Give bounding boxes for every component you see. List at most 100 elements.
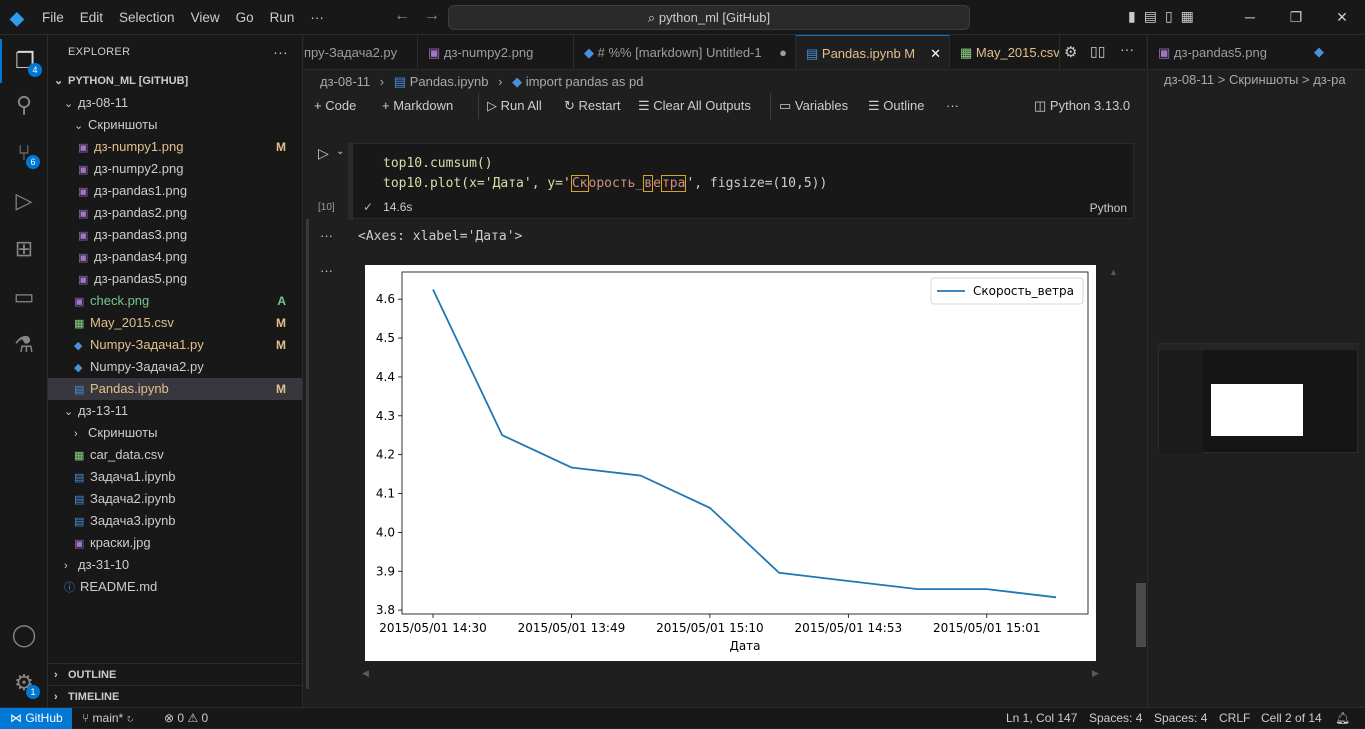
accounts-icon[interactable]: ◯ — [0, 613, 48, 657]
explorer-more-icon[interactable]: ··· — [273, 35, 288, 70]
line-ending[interactable]: CRLF — [1219, 708, 1250, 728]
outline-section[interactable]: ›OUTLINE — [48, 663, 302, 685]
folder-screenshots[interactable]: ⌄Скриншоты — [48, 114, 302, 136]
source-control-icon[interactable]: ⑂6 — [0, 131, 48, 175]
file-dz-pandas1[interactable]: ▣дз-pandas1.png — [48, 180, 302, 202]
tab-pandas-ipynb[interactable]: ▤ Pandas.ipynb M✕ — [796, 35, 950, 70]
tab-dz-numpy2[interactable]: ▣ дз-numpy2.png — [418, 35, 574, 70]
gear-icon[interactable]: ⚙ — [1064, 43, 1077, 61]
notebook-file-icon: ▤ — [806, 46, 822, 61]
customize-layout-icon[interactable]: ▦ — [1181, 8, 1194, 25]
menu-more[interactable]: ··· — [302, 10, 332, 25]
add-markdown-button[interactable]: + Markdown — [382, 93, 453, 119]
toggle-secondary-sidebar-icon[interactable]: ▯ — [1165, 8, 1173, 25]
file-task1-ipynb[interactable]: ▤Задача1.ipynb — [48, 466, 302, 488]
folder-dz-31-10[interactable]: ›дз-31-10 — [48, 554, 302, 576]
breadcrumb-folder[interactable]: дз-08-11 — [320, 74, 370, 89]
tab-may-2015-csv[interactable]: ▦ May_2015.csv — [950, 35, 1060, 70]
remote-indicator[interactable]: ⋈ GitHub — [0, 708, 72, 729]
file-dz-pandas5[interactable]: ▣дз-pandas5.png — [48, 268, 302, 290]
restart-button[interactable]: ↻ Restart — [564, 93, 620, 119]
file-dz-pandas2[interactable]: ▣дз-pandas2.png — [48, 202, 302, 224]
file-numpy-task2[interactable]: ◆Numpy-Задача2.py — [48, 356, 302, 378]
close-tab-icon[interactable]: ✕ — [930, 36, 941, 70]
extensions-icon[interactable]: ⊞ — [0, 227, 48, 271]
more-toolbar-icon[interactable]: ··· — [946, 93, 959, 119]
variables-button[interactable]: ▭ Variables — [770, 93, 848, 119]
run-all-button[interactable]: ▷ Run All — [478, 93, 542, 119]
remote-explorer-icon[interactable]: ▭ — [0, 275, 48, 319]
back-arrow-icon[interactable]: ← — [394, 7, 410, 24]
timeline-section[interactable]: ›TIMELINE — [48, 685, 302, 707]
split-editor-icon[interactable]: ▯▯ — [1090, 43, 1105, 60]
tab-untitled-1[interactable]: ◆ # %% [markdown] Untitled-1● — [574, 35, 796, 70]
status-bar: ⋈ GitHub ⑂ main* ↻ ⊗ 0 ⚠ 0 Ln 1, Col 147… — [0, 707, 1365, 728]
file-dz-numpy2[interactable]: ▣дз-numpy2.png — [48, 158, 302, 180]
explorer-icon[interactable]: ❐4 — [0, 39, 48, 83]
indentation-2[interactable]: Spaces: 4 — [1154, 708, 1207, 728]
file-task2-ipynb[interactable]: ▤Задача2.ipynb — [48, 488, 302, 510]
command-center-search[interactable]: ⌕ python_ml [GitHub] — [448, 5, 970, 30]
menu-view[interactable]: View — [183, 10, 228, 25]
file-dz-pandas4[interactable]: ▣дз-pandas4.png — [48, 246, 302, 268]
indentation-1[interactable]: Spaces: 4 — [1089, 708, 1142, 728]
file-dz-pandas3[interactable]: ▣дз-pandas3.png — [48, 224, 302, 246]
menu-run[interactable]: Run — [262, 10, 303, 25]
file-dz-numpy1[interactable]: ▣дз-numpy1.pngM — [48, 136, 302, 158]
more-actions-icon[interactable]: ··· — [1120, 41, 1134, 57]
clear-outputs-button[interactable]: ☰ Clear All Outputs — [638, 93, 751, 119]
toggle-panel-icon[interactable]: ▤ — [1144, 8, 1157, 25]
file-numpy-task1[interactable]: ◆Numpy-Задача1.pyM — [48, 334, 302, 356]
file-task3-ipynb[interactable]: ▤Задача3.ipynb — [48, 510, 302, 532]
folder-screenshots-2[interactable]: ›Скриншоты — [48, 422, 302, 444]
restore-icon[interactable]: ❐ — [1273, 0, 1319, 35]
search-icon[interactable]: ⚲ — [0, 83, 48, 127]
settings-gear-icon[interactable]: ⚙1 — [0, 661, 48, 705]
cursor-position[interactable]: Ln 1, Col 147 — [1006, 708, 1077, 728]
file-car-data[interactable]: ▦car_data.csv — [48, 444, 302, 466]
forward-arrow-icon[interactable]: → — [424, 7, 440, 24]
add-code-button[interactable]: + Code — [314, 93, 356, 119]
unsaved-dot-icon[interactable]: ● — [779, 35, 787, 70]
problems-indicator[interactable]: ⊗ 0 ⚠ 0 — [164, 708, 208, 728]
cell-language[interactable]: Python — [1090, 201, 1127, 215]
file-readme[interactable]: ⓘREADME.md — [48, 576, 302, 598]
run-debug-icon[interactable]: ▷ — [0, 179, 48, 223]
workspace-root[interactable]: ⌄PYTHON_ML [GITHUB] — [48, 70, 302, 92]
toggle-sidebar-icon[interactable]: ▮ — [1128, 8, 1136, 25]
breadcrumb-file[interactable]: Pandas.ipynb — [410, 74, 489, 89]
breadcrumb-cell[interactable]: import pandas as pd — [526, 74, 644, 89]
file-may-2015-csv[interactable]: ▦May_2015.csvM — [48, 312, 302, 334]
folder-dz-08-11[interactable]: ⌄дз-08-11 — [48, 92, 302, 114]
menu-file[interactable]: File — [34, 10, 72, 25]
menu-bar: File Edit Selection View Go Run ··· — [34, 0, 332, 35]
outline-button[interactable]: ☰ Outline — [868, 93, 924, 119]
code-editor[interactable]: top10.cumsum()top10.plot(x='Дата', y='Ск… — [383, 154, 827, 194]
tab-numpy-task2[interactable]: пру-Задача2.py — [304, 35, 418, 70]
tab-dz-pandas5[interactable]: ▣ дз-pandas5.png — [1158, 35, 1267, 70]
menu-go[interactable]: Go — [228, 10, 262, 25]
chevron-down-icon[interactable]: ⌄ — [336, 146, 344, 157]
scroll-right-icon[interactable]: ▶ — [1092, 668, 1099, 679]
testing-icon[interactable]: ⚗ — [0, 323, 48, 367]
file-pandas-ipynb[interactable]: ▤Pandas.ipynbM — [48, 378, 302, 400]
code-cell[interactable]: top10.cumsum()top10.plot(x='Дата', y='Ск… — [348, 143, 1134, 219]
notifications-bell-icon[interactable]: 🔔︎ — [1335, 708, 1350, 728]
menu-edit[interactable]: Edit — [72, 10, 111, 25]
branch-indicator[interactable]: ⑂ main* ↻ — [82, 708, 134, 728]
output-more-icon[interactable]: ··· — [320, 228, 333, 243]
file-check-png[interactable]: ▣check.pngA — [48, 290, 302, 312]
output-more-icon[interactable]: ··· — [320, 263, 333, 278]
file-kraski-jpg[interactable]: ▣краски.jpg — [48, 532, 302, 554]
run-cell-icon[interactable]: ▷ — [318, 145, 329, 162]
scroll-up-icon[interactable]: ▲ — [1109, 267, 1118, 277]
folder-dz-13-11[interactable]: ⌄дз-13-11 — [48, 400, 302, 422]
kernel-picker[interactable]: ◫ Python 3.13.0 — [1034, 93, 1130, 119]
scroll-left-icon[interactable]: ◀ — [362, 668, 369, 679]
minimize-icon[interactable]: ─ — [1227, 0, 1273, 35]
notebook-file-icon: ▤ — [74, 467, 90, 489]
cell-indicator[interactable]: Cell 2 of 14 — [1261, 708, 1322, 728]
menu-selection[interactable]: Selection — [111, 10, 183, 25]
editor-scrollbar[interactable] — [1136, 583, 1146, 647]
close-window-icon[interactable]: ✕ — [1319, 0, 1365, 35]
